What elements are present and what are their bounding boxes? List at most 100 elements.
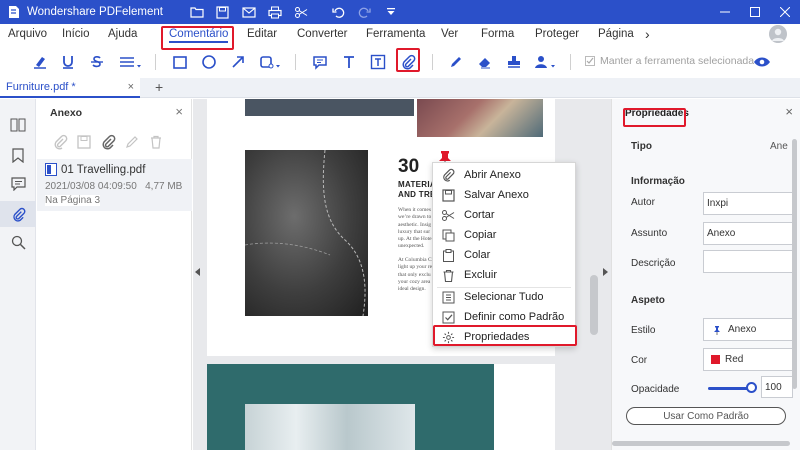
room-photo [245, 404, 415, 450]
search-icon[interactable] [8, 232, 28, 252]
tab-label: Furniture.pdf * [6, 81, 76, 93]
properties-close-icon[interactable]: × [785, 104, 793, 119]
ctx-delete[interactable]: Excluir [433, 265, 577, 285]
mail-icon[interactable] [241, 4, 257, 20]
tab-furniture-pdf[interactable]: Furniture.pdf * × [0, 78, 140, 98]
ctx-save-attachment[interactable]: Salvar Anexo [433, 185, 577, 205]
avatar[interactable] [769, 25, 787, 43]
save-icon[interactable] [215, 4, 231, 20]
menu-editar[interactable]: Editar [247, 28, 277, 40]
leather-photo [244, 149, 368, 317]
quick-access-dropdown-icon[interactable] [383, 4, 399, 20]
menu-arquivo[interactable]: Arquivo [8, 28, 47, 40]
strikethrough-icon[interactable] [87, 52, 107, 72]
rectangle-icon[interactable] [170, 52, 190, 72]
keep-tool-selected-toggle[interactable]: Manter a ferramenta selecionada [585, 55, 754, 67]
properties-scrollbar[interactable] [792, 139, 797, 389]
redo-icon[interactable] [357, 4, 373, 20]
aspect-section-title: Aspeto [631, 295, 665, 306]
ctx-cut[interactable]: Cortar [433, 205, 577, 225]
style-select[interactable]: Anexo [703, 318, 793, 341]
opacity-input[interactable]: 100 [761, 376, 793, 398]
minimize-button[interactable] [710, 0, 740, 24]
heading-line-1: MATERIA [398, 180, 436, 189]
highlight-icon[interactable] [30, 52, 50, 72]
app-logo-icon [7, 5, 21, 19]
signature-dropdown-icon[interactable] [533, 52, 559, 72]
sticky-note-icon[interactable] [310, 52, 330, 72]
app-title: Wondershare PDFelement [27, 6, 163, 18]
edit-attachment-icon[interactable] [123, 133, 141, 151]
ctx-set-default[interactable]: Definir como Padrão [433, 307, 577, 327]
cut-icon [441, 208, 455, 222]
eraser-icon[interactable] [475, 52, 495, 72]
use-as-default-button[interactable]: Usar Como Padrão [626, 407, 786, 425]
attachment-panel-close-icon[interactable]: × [175, 104, 183, 119]
underline-icon[interactable] [58, 52, 78, 72]
ctx-select-all[interactable]: Selecionar Tudo [433, 287, 577, 307]
type-label: Tipo [631, 141, 652, 152]
attachments-icon[interactable] [0, 201, 36, 227]
scissors-icon[interactable] [293, 4, 309, 20]
ctx-open-attachment[interactable]: Abrir Anexo [433, 165, 577, 185]
bookmark-icon[interactable] [8, 145, 28, 165]
arrow-icon[interactable] [228, 52, 248, 72]
eye-icon[interactable] [752, 52, 772, 72]
author-field[interactable]: Inxpi [703, 192, 793, 215]
attachment-list-item[interactable]: 01 Travelling.pdf 2021/03/08 04:09:50 4,… [37, 159, 192, 211]
undo-icon[interactable] [331, 4, 347, 20]
maximize-button[interactable] [740, 0, 770, 24]
tab-close-icon[interactable]: × [128, 81, 134, 93]
description-field[interactable] [703, 250, 793, 273]
add-attachment-icon[interactable] [51, 133, 69, 151]
print-icon[interactable] [267, 4, 283, 20]
attachment-meta: 2021/03/08 04:09:50 4,77 MB [45, 181, 182, 192]
heading-number: 30 [398, 156, 420, 177]
text-menu-dropdown-icon[interactable] [118, 52, 144, 72]
open-attachment-icon [441, 168, 455, 182]
menu-proteger[interactable]: Proteger [535, 28, 579, 40]
menu-pagina[interactable]: Página [598, 28, 634, 40]
oval-icon[interactable] [199, 52, 219, 72]
shape-dropdown-icon[interactable] [258, 52, 284, 72]
menu-ajuda[interactable]: Ajuda [108, 28, 137, 40]
menu-ferramenta[interactable]: Ferramenta [366, 28, 425, 40]
thumbnails-icon[interactable] [8, 115, 28, 135]
attach-file-highlight-box [396, 48, 420, 72]
collapse-right-panel-icon[interactable] [603, 268, 608, 276]
subject-field[interactable]: Anexo [703, 222, 793, 245]
document-scrollbar[interactable] [590, 275, 598, 335]
color-label: Cor [631, 355, 648, 366]
opacity-label: Opacidade [631, 384, 680, 395]
document-tab-bar: Furniture.pdf * × + [0, 78, 800, 98]
info-section-title: Informação [631, 176, 685, 187]
collapse-left-panel-icon[interactable] [195, 268, 200, 276]
keep-tool-checkbox[interactable] [585, 56, 595, 66]
menu-forma[interactable]: Forma [481, 28, 514, 40]
save-attachment-icon[interactable] [75, 133, 93, 151]
comment-toolbar: Manter a ferramenta selecionada [0, 48, 800, 76]
open-folder-icon[interactable] [189, 4, 205, 20]
delete-attachment-icon[interactable] [147, 133, 165, 151]
text-box-icon[interactable] [368, 52, 388, 72]
stamp-icon[interactable] [504, 52, 524, 72]
properties-horizontal-scrollbar[interactable] [612, 441, 790, 446]
new-tab-button[interactable]: + [155, 79, 163, 95]
typewriter-icon[interactable] [339, 52, 359, 72]
attach-file-panel-icon[interactable] [99, 133, 117, 151]
color-select[interactable]: Red [703, 348, 793, 371]
menu-more-chevron-icon[interactable]: › [645, 26, 650, 42]
comments-icon[interactable] [8, 174, 28, 194]
ctx-paste[interactable]: Colar [433, 245, 577, 265]
close-window-button[interactable] [770, 0, 800, 24]
menu-ver[interactable]: Ver [441, 28, 458, 40]
menu-inicio[interactable]: Início [62, 28, 90, 40]
ctx-copy[interactable]: Copiar [433, 225, 577, 245]
context-menu: Abrir Anexo Salvar Anexo Cortar Copiar C… [432, 162, 576, 347]
comentario-highlight-box [161, 26, 234, 50]
attachment-file-name: 01 Travelling.pdf [61, 164, 146, 176]
opacity-slider-thumb[interactable] [746, 382, 757, 393]
pencil-icon[interactable] [446, 52, 466, 72]
menu-converter[interactable]: Converter [297, 28, 348, 40]
save-attachment-icon [441, 188, 455, 202]
